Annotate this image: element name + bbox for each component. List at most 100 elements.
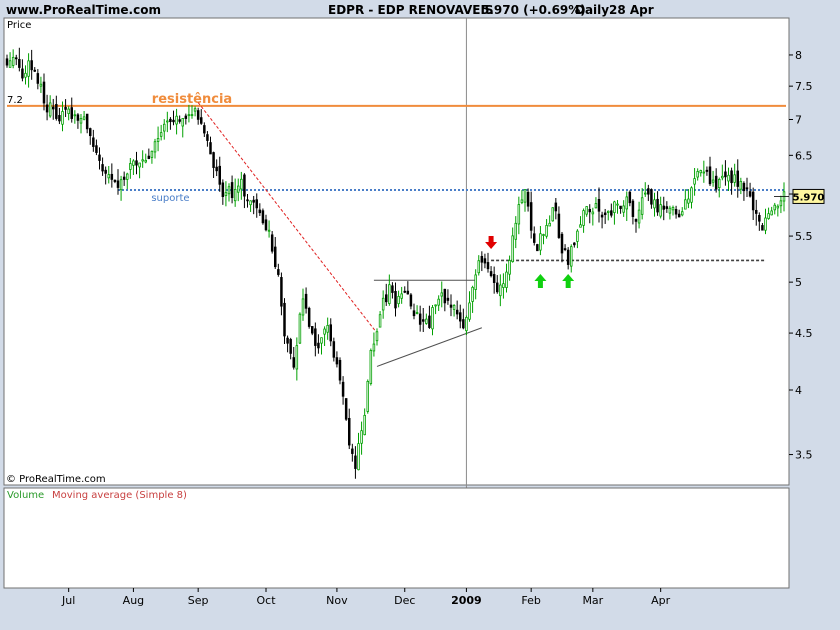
price-tick-label: 6.5 (795, 149, 813, 162)
candle-body (206, 134, 209, 141)
candle-body (107, 174, 110, 179)
candle-body (425, 318, 428, 324)
candle-body (733, 174, 736, 183)
candle-body (690, 187, 693, 203)
candle-body (11, 57, 15, 66)
candle-body (548, 222, 551, 227)
candle-body (200, 117, 203, 124)
candle-body (739, 180, 743, 190)
candle-body (681, 211, 684, 216)
price-panel-label: Price (7, 20, 31, 31)
candle-body (39, 83, 43, 87)
month-label: Nov (326, 594, 348, 607)
candle-body (505, 271, 508, 288)
candle-body (372, 343, 376, 352)
candle-body (616, 203, 619, 206)
candle-body (388, 284, 391, 304)
candle-body (304, 293, 308, 309)
candle-body (727, 174, 730, 182)
candle-body (326, 324, 329, 333)
candle-body (76, 114, 80, 121)
candle-body (354, 455, 357, 469)
candle-body (159, 132, 163, 137)
candle-body (144, 159, 147, 163)
candle-body (21, 68, 24, 79)
candle-body (366, 380, 369, 412)
candle-body (613, 201, 616, 214)
candle-body (459, 312, 462, 322)
price-tick-label: 7.5 (795, 80, 813, 93)
month-label: Jul (61, 594, 75, 607)
candle-body (181, 118, 184, 127)
candle-body (659, 204, 662, 217)
candle-body (116, 180, 120, 188)
candle-body (335, 357, 339, 365)
candle-body (27, 60, 30, 77)
candle-body (172, 119, 175, 123)
candle-body (674, 209, 678, 215)
candle-body (619, 205, 622, 209)
candle-body (277, 269, 280, 275)
candle-body (579, 224, 582, 228)
candle-body (375, 331, 379, 342)
candle-body (233, 189, 237, 202)
candle-body (640, 197, 644, 215)
instrument-name: EDPR - EDP RENOVAVEIS (328, 3, 494, 17)
candle-body (508, 260, 511, 275)
candle-body (684, 199, 687, 210)
candle-body (677, 213, 681, 218)
candle-body (751, 191, 755, 211)
candle-body (465, 317, 468, 332)
candle-body (511, 235, 514, 263)
candle-body (409, 294, 413, 307)
stock-chart: www.ProRealTime.com EDPR - EDP RENOVAVEI… (0, 0, 840, 630)
candle-body (295, 345, 299, 370)
candle-body (628, 191, 632, 204)
year-label: 2009 (451, 594, 482, 607)
candle-body (141, 159, 144, 162)
candle-body (471, 286, 474, 302)
candle-body (286, 337, 289, 344)
candle-body (344, 398, 348, 420)
site-url[interactable]: www.ProRealTime.com (6, 3, 161, 17)
candle-body (381, 297, 385, 311)
candle-body (307, 307, 311, 327)
volume-panel: Volume Moving average (Simple 8) (3, 487, 790, 589)
candle-body (329, 324, 332, 342)
candle-body (539, 233, 542, 251)
candle-body (431, 307, 434, 330)
candle-body (196, 110, 200, 120)
candle-body (314, 328, 317, 346)
candle-body (474, 274, 477, 290)
candle-body (348, 417, 351, 446)
candle-body (687, 198, 690, 204)
candle-body (418, 313, 422, 325)
candle-body (631, 200, 635, 217)
candle-body (8, 60, 12, 68)
candle-body (394, 290, 397, 309)
resistance-label: resistência (152, 92, 232, 107)
candle-body (702, 171, 706, 174)
candle-body (378, 314, 382, 328)
candle-body (85, 113, 89, 130)
candle-body (18, 58, 21, 68)
candle-body (126, 173, 129, 180)
support-label: suporte (151, 193, 189, 204)
candle-body (292, 357, 295, 368)
candle-body (163, 123, 166, 132)
price-tick-label: 4.5 (795, 327, 813, 340)
candle-body (113, 179, 117, 182)
copyright-label: © ProRealTime.com (6, 474, 106, 485)
candle-body (514, 222, 517, 240)
candle-body (67, 108, 70, 114)
price-tick-label: 3.5 (795, 449, 813, 462)
candle-body (82, 116, 86, 120)
month-label: Oct (256, 594, 276, 607)
candle-body (129, 163, 132, 170)
candle-body (557, 213, 561, 238)
candle-body (603, 212, 607, 216)
candle-body (240, 178, 243, 190)
candle-body (230, 182, 234, 199)
candle-body (662, 205, 665, 210)
candle-body (227, 186, 231, 195)
